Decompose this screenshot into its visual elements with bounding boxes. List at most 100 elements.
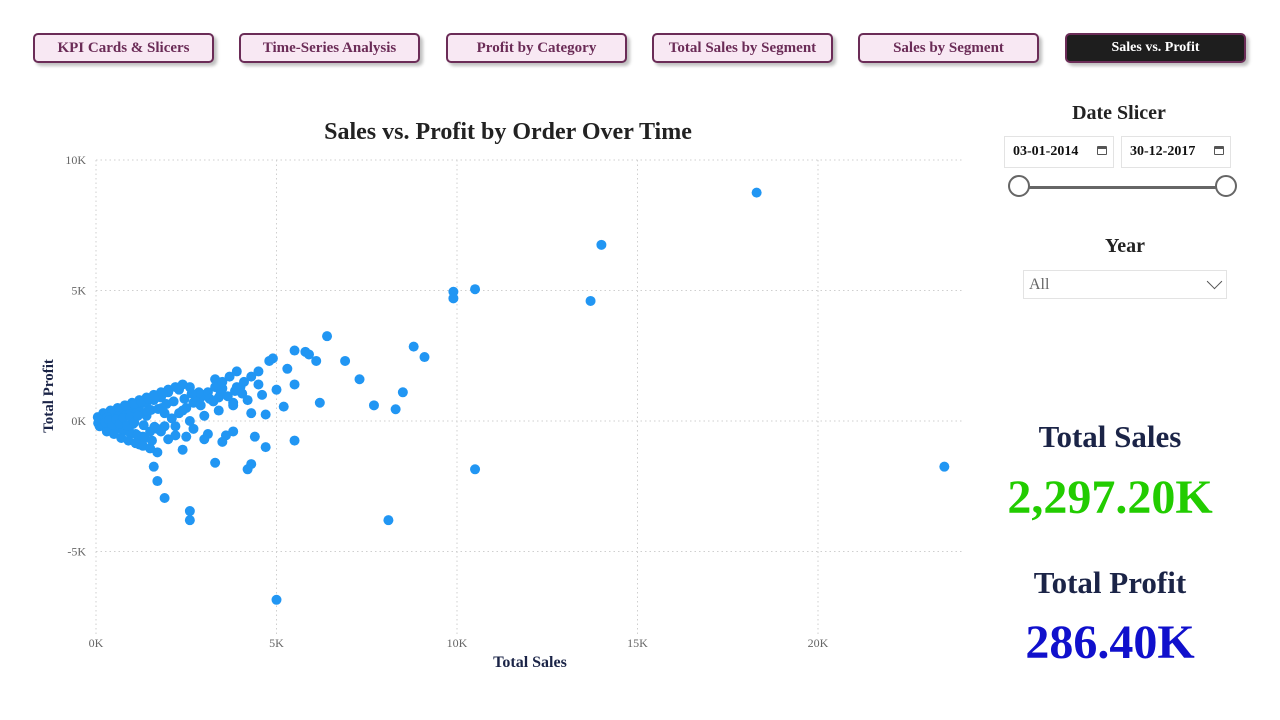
total-sales-label: Total Sales	[1038, 419, 1182, 454]
scatter-point[interactable]	[397, 387, 408, 398]
year-dropdown[interactable]: All	[1023, 270, 1227, 299]
scatter-point[interactable]	[278, 401, 289, 412]
y-tick-label: -5K	[67, 545, 86, 559]
scatter-point[interactable]	[213, 405, 224, 416]
tab-sales-by-segment[interactable]: Sales by Segment	[858, 33, 1039, 63]
y-axis-label: Total Profit	[41, 359, 57, 433]
scatter-point[interactable]	[177, 379, 188, 390]
scatter-point[interactable]	[199, 410, 210, 421]
scatter-point[interactable]	[751, 187, 762, 198]
scatter-point[interactable]	[145, 443, 156, 454]
scatter-point[interactable]	[184, 416, 195, 426]
scatter-point[interactable]	[368, 400, 379, 411]
x-tick-label: 0K	[89, 636, 104, 650]
x-tick-label: 5K	[269, 636, 284, 650]
date-slicer-title: Date Slicer	[1072, 102, 1166, 124]
scatter-point[interactable]	[208, 396, 219, 407]
total-profit-label: Total Profit	[1033, 565, 1187, 600]
scatter-point[interactable]	[138, 420, 149, 431]
start-date-value: 03-01-2014	[1013, 144, 1079, 159]
scatter-point[interactable]	[289, 345, 300, 356]
scatter-point[interactable]	[159, 492, 170, 503]
tab-total-sales-by-segment[interactable]: Total Sales by Segment	[652, 33, 833, 63]
chart-points	[92, 187, 950, 605]
scatter-point[interactable]	[408, 341, 419, 352]
date-range-start-handle[interactable]	[1008, 175, 1030, 197]
scatter-point[interactable]	[939, 461, 950, 472]
scatter-point[interactable]	[289, 379, 300, 390]
scatter-point[interactable]	[184, 515, 195, 526]
scatter-point[interactable]	[186, 388, 197, 399]
scatter-point[interactable]	[260, 442, 271, 453]
year-dropdown-value: All	[1029, 275, 1050, 293]
scatter-point[interactable]	[585, 295, 596, 306]
scatter-point[interactable]	[289, 435, 300, 446]
scatter-point[interactable]	[253, 379, 264, 390]
scatter-point[interactable]	[340, 355, 351, 366]
total-sales-value: 2,297.20K	[1007, 471, 1213, 524]
end-date-value: 30-12-2017	[1130, 144, 1196, 159]
scatter-point[interactable]	[177, 405, 188, 416]
scatter-point[interactable]	[322, 331, 333, 342]
scatter-point[interactable]	[177, 444, 188, 455]
date-range-end-handle[interactable]	[1215, 175, 1237, 197]
scatter-point[interactable]	[257, 389, 268, 400]
scatter-point[interactable]	[199, 434, 210, 445]
scatter-point[interactable]	[161, 399, 172, 410]
scatter-point[interactable]	[195, 400, 206, 411]
start-date-field[interactable]: 03-01-2014	[1004, 136, 1114, 168]
calendar-icon[interactable]	[1214, 146, 1224, 155]
x-tick-label: 20K	[808, 636, 829, 650]
scatter-point[interactable]	[271, 384, 282, 395]
scatter-point[interactable]	[419, 352, 430, 363]
scatter-point[interactable]	[231, 366, 242, 377]
tab-kpi-cards-slicers[interactable]: KPI Cards & Slicers	[33, 33, 214, 63]
scatter-point[interactable]	[383, 515, 394, 526]
chart-title: Sales vs. Profit by Order Over Time	[324, 119, 692, 145]
scatter-point[interactable]	[228, 400, 239, 411]
scatter-point[interactable]	[470, 464, 481, 475]
scatter-point[interactable]	[470, 284, 481, 295]
chart-ticks: 0K 5K 10K 15K 20K 10K 5K 0K -5K	[65, 153, 828, 650]
scatter-point[interactable]	[596, 239, 607, 250]
scatter-point[interactable]	[184, 506, 195, 517]
scatter-point[interactable]	[228, 426, 239, 437]
scatter-point[interactable]	[170, 421, 181, 432]
scatter-point[interactable]	[152, 476, 163, 487]
scatter-point[interactable]	[246, 459, 257, 470]
scatter-point[interactable]	[132, 410, 143, 421]
scatter-point[interactable]	[314, 397, 325, 408]
scatter-point[interactable]	[246, 408, 257, 419]
scatter-point[interactable]	[148, 461, 159, 472]
scatter-point[interactable]	[157, 388, 168, 399]
scatter-point[interactable]	[448, 293, 459, 304]
scatter-point[interactable]	[282, 363, 293, 374]
y-tick-label: 10K	[65, 153, 86, 167]
y-tick-label: 5K	[71, 284, 86, 298]
year-slicer-title: Year	[1105, 235, 1145, 257]
scatter-point[interactable]	[163, 434, 174, 445]
scatter-point[interactable]	[149, 421, 160, 432]
scatter-point[interactable]	[311, 355, 322, 366]
y-tick-label: 0K	[71, 414, 86, 428]
end-date-field[interactable]: 30-12-2017	[1121, 136, 1231, 168]
tab-sales-vs-profit[interactable]: Sales vs. Profit	[1065, 33, 1246, 63]
scatter-point[interactable]	[264, 355, 275, 366]
scatter-point[interactable]	[237, 388, 248, 399]
calendar-icon[interactable]	[1097, 146, 1107, 155]
scatter-point[interactable]	[354, 374, 365, 385]
scatter-point[interactable]	[271, 594, 282, 605]
scatter-point[interactable]	[217, 436, 228, 447]
scatter-point[interactable]	[181, 431, 192, 442]
scatter-point[interactable]	[260, 409, 271, 420]
scatter-point[interactable]	[253, 366, 264, 377]
scatter-point[interactable]	[249, 431, 260, 442]
date-range-track[interactable]	[1019, 186, 1226, 189]
x-axis-label: Total Sales	[493, 654, 567, 671]
scatter-point[interactable]	[390, 404, 401, 415]
total-profit-value: 286.40K	[1025, 616, 1195, 669]
tab-profit-by-category[interactable]: Profit by Category	[446, 33, 627, 63]
scatter-point[interactable]	[210, 457, 221, 468]
tab-time-series-analysis[interactable]: Time-Series Analysis	[239, 33, 420, 63]
x-tick-label: 15K	[627, 636, 648, 650]
